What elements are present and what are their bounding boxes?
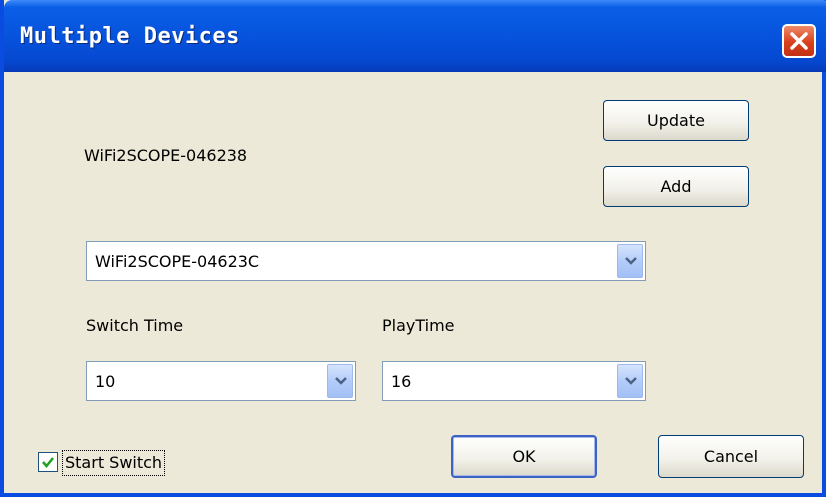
chevron-down-icon: [625, 377, 637, 385]
device-select-value: WiFi2SCOPE-04623C: [95, 251, 260, 271]
close-button[interactable]: [782, 24, 816, 58]
title-bar[interactable]: Multiple Devices: [4, 0, 826, 72]
dialog-window: Multiple Devices WiFi2SCOPE-046238 Updat…: [0, 0, 826, 497]
switch-time-value: 10: [95, 371, 116, 391]
switch-time-select[interactable]: 10: [86, 361, 356, 401]
device-name-label: WiFi2SCOPE-046238: [84, 146, 248, 165]
cancel-button[interactable]: Cancel: [658, 435, 804, 478]
ok-button[interactable]: OK: [451, 435, 597, 478]
device-select-dropdown-button[interactable]: [617, 244, 643, 278]
chevron-down-icon: [335, 377, 347, 385]
play-time-dropdown-button[interactable]: [617, 364, 643, 398]
play-time-value: 16: [391, 371, 412, 391]
checkmark-icon: [42, 457, 54, 468]
update-button[interactable]: Update: [603, 100, 749, 141]
chevron-down-icon: [625, 257, 637, 265]
window-title: Multiple Devices: [20, 24, 240, 49]
start-switch-label[interactable]: Start Switch: [62, 450, 166, 476]
switch-time-dropdown-button[interactable]: [327, 364, 353, 398]
play-time-label: PlayTime: [382, 316, 455, 335]
add-button[interactable]: Add: [603, 166, 749, 207]
device-select[interactable]: WiFi2SCOPE-04623C: [86, 241, 646, 281]
close-icon: [790, 32, 808, 50]
start-switch-checkbox[interactable]: [38, 452, 58, 472]
play-time-select[interactable]: 16: [382, 361, 646, 401]
switch-time-label: Switch Time: [86, 316, 184, 335]
